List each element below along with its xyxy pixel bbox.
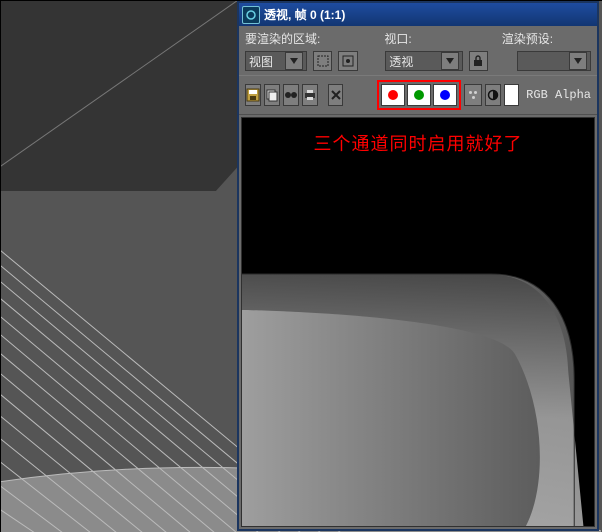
render-controls-labels: 要渲染的区域: 视口: 渲染预设: [239, 26, 597, 49]
viewport-value: 透视 [389, 53, 413, 70]
rgb-channel-group [377, 80, 461, 110]
lock-viewport-button[interactable] [469, 51, 488, 71]
clone-button[interactable] [283, 84, 299, 106]
preset-label: 渲染预设: [502, 30, 553, 47]
render-output-viewport[interactable]: 三个通道同时启用就好了 [241, 117, 595, 527]
rendered-image [242, 214, 594, 527]
auto-region-button[interactable] [338, 51, 357, 71]
alpha-channel-button[interactable] [464, 84, 482, 106]
print-button[interactable] [302, 84, 318, 106]
render-preset-dropdown[interactable] [517, 51, 591, 71]
channel-mode-text: RGB Alpha [526, 88, 591, 102]
render-controls-row: 视图 透视 [239, 49, 597, 75]
render-frame-window: 透视, 帧 0 (1:1) 要渲染的区域: 视口: 渲染预设: 视图 透视 [237, 1, 599, 531]
red-channel-button[interactable] [381, 84, 405, 106]
dropdown-arrow-icon [441, 52, 459, 70]
window-title: 透视, 帧 0 (1:1) [264, 6, 345, 23]
color-swatch[interactable] [504, 84, 519, 106]
mono-channel-button[interactable] [485, 84, 500, 106]
app-root: 透视, 帧 0 (1:1) 要渲染的区域: 视口: 渲染预设: 视图 透视 [0, 0, 602, 532]
annotation-text: 三个通道同时启用就好了 [242, 130, 594, 156]
viewport-label: 视口: [384, 30, 411, 47]
titlebar[interactable]: 透视, 帧 0 (1:1) [239, 3, 597, 26]
render-area-dropdown[interactable]: 视图 [245, 51, 307, 71]
dropdown-arrow-icon [285, 52, 303, 70]
render-area-value: 视图 [249, 53, 273, 70]
viewport-dropdown[interactable]: 透视 [385, 51, 462, 71]
green-channel-button[interactable] [407, 84, 431, 106]
render-toolbar: RGB Alpha [239, 75, 597, 115]
app-icon [242, 6, 260, 24]
region-select-button[interactable] [313, 51, 332, 71]
copy-button[interactable] [264, 84, 280, 106]
blue-channel-button[interactable] [433, 84, 457, 106]
area-label: 要渲染的区域: [245, 30, 320, 47]
dropdown-arrow-icon [569, 52, 587, 70]
save-button[interactable] [245, 84, 261, 106]
clear-button[interactable] [328, 84, 343, 106]
